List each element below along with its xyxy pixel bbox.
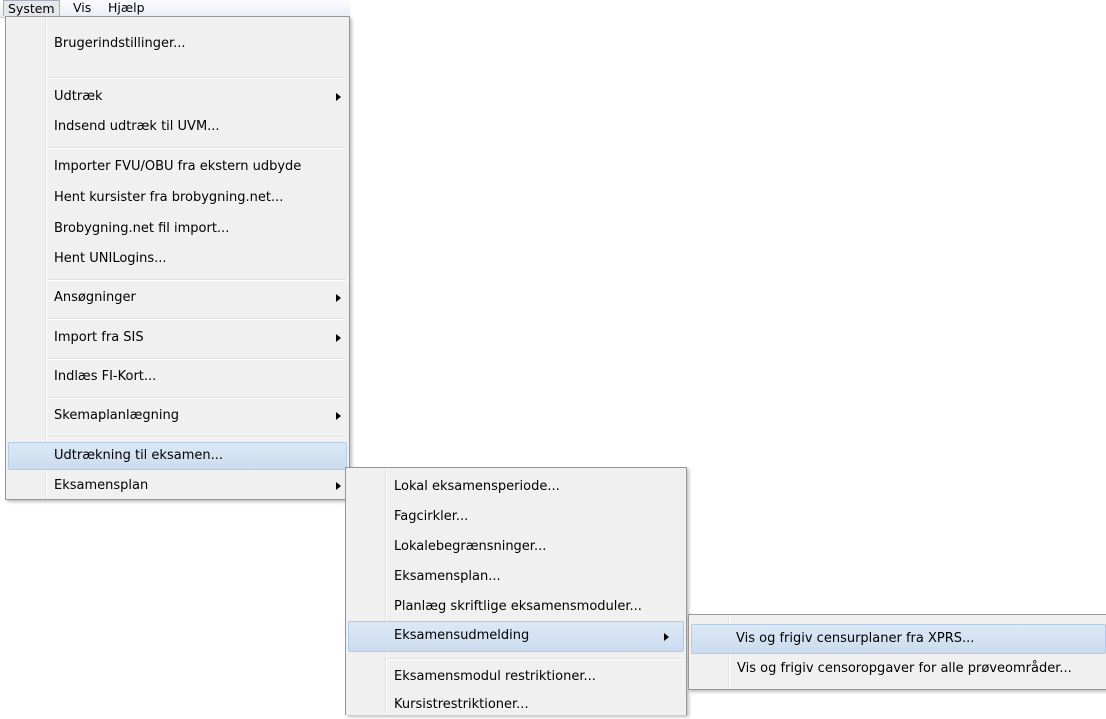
menu-item-hent-kursister[interactable]: Hent kursister fra brobygning.net... [8, 184, 347, 212]
menu-item-label: Indsend udtræk til UVM... [54, 119, 220, 134]
menu-item-label: Import fra SIS [54, 330, 144, 345]
submenu-arrow-icon [336, 93, 341, 101]
menu-item-lokal-eksamensperiode[interactable]: Lokal eksamensperiode... [348, 473, 684, 501]
menu-hjaelp[interactable]: Hjælp [104, 0, 149, 16]
menu-item-udtraekning-til-eksamen[interactable]: Udtrækning til eksamen... [8, 442, 347, 470]
menu-item-eksamensplan[interactable]: Eksamensplan [8, 472, 347, 500]
menu-item-lokalebegraensninger[interactable]: Lokalebegrænsninger... [348, 533, 684, 561]
menu-item-label: Udtrækning til eksamen... [54, 448, 223, 463]
submenu-arrow-icon [336, 412, 341, 420]
menu-item-indsend-udtraek[interactable]: Indsend udtræk til UVM... [8, 113, 347, 141]
menu-item-brugerindstillinger[interactable]: Brugerindstillinger... [8, 30, 347, 58]
submenu-arrow-icon [664, 633, 669, 641]
menu-item-label: Brobygning.net fil import... [54, 221, 230, 236]
menu-separator [48, 318, 345, 320]
menu-item-eksamensudmelding[interactable]: Eksamensudmelding [348, 621, 684, 652]
menu-item-label: Eksamensmodul restriktioner... [394, 669, 596, 684]
menu-separator [388, 658, 682, 660]
eksamensudmelding-submenu: Vis og frigiv censurplaner fra XPRS... V… [688, 614, 1106, 690]
menu-separator [48, 397, 345, 399]
menu-item-label: Hent kursister fra brobygning.net... [54, 190, 284, 205]
menu-item-label: Eksamensplan [54, 478, 149, 493]
menu-item-label: Eksamensplan... [394, 569, 501, 584]
menu-item-label: Eksamensudmelding [394, 628, 530, 643]
menu-separator [48, 77, 345, 79]
menu-item-vis-frigiv-censoropgaver[interactable]: Vis og frigiv censoropgaver for alle prø… [691, 655, 1106, 683]
menu-item-udtraek[interactable]: Udtræk [8, 83, 347, 111]
menu-item-label: Hent UNILogins... [54, 251, 167, 266]
submenu-arrow-icon [336, 482, 341, 490]
menu-item-hent-unilogins[interactable]: Hent UNILogins... [8, 245, 347, 273]
menu-separator [48, 279, 345, 281]
menu-vis[interactable]: Vis [69, 0, 95, 16]
menu-item-label: Skemaplanlægning [54, 408, 179, 423]
menu-item-indlaes-fi-kort[interactable]: Indlæs FI-Kort... [8, 363, 347, 391]
menu-item-label: Fagcirkler... [394, 509, 469, 524]
menu-item-label: Importer FVU/OBU fra ekstern udbyde [54, 159, 302, 174]
menu-separator [48, 358, 345, 360]
submenu-arrow-icon [336, 294, 341, 302]
menu-item-label: Brugerindstillinger... [54, 36, 186, 51]
menu-item-eksamensplan-dialog[interactable]: Eksamensplan... [348, 563, 684, 591]
menu-item-skemaplanlaegning[interactable]: Skemaplanlægning [8, 402, 347, 430]
system-menu: Brugerindstillinger... Udtræk Indsend ud… [5, 16, 350, 500]
menu-item-label: Vis og frigiv censurplaner fra XPRS... [736, 631, 975, 646]
menu-separator [48, 147, 345, 149]
menu-item-label: Ansøgninger [54, 290, 136, 305]
menu-item-label: Lokalebegrænsninger... [394, 539, 547, 554]
menu-item-importer-fvu-obu[interactable]: Importer FVU/OBU fra ekstern udbyde [8, 153, 347, 181]
menu-item-label: Lokal eksamensperiode... [394, 479, 560, 494]
menu-system[interactable]: System [3, 0, 60, 16]
menu-item-ansoegninger[interactable]: Ansøgninger [8, 284, 347, 312]
menu-item-vis-frigiv-censurplaner[interactable]: Vis og frigiv censurplaner fra XPRS... [691, 624, 1106, 654]
menu-item-eksamensmodul-restriktioner[interactable]: Eksamensmodul restriktioner... [348, 663, 684, 691]
menu-separator [48, 436, 345, 438]
submenu-arrow-icon [336, 334, 341, 342]
menu-item-label: Planlæg skriftlige eksamensmoduler... [394, 599, 642, 614]
menu-item-label: Udtræk [54, 89, 103, 104]
menu-item-label: Vis og frigiv censoropgaver for alle prø… [737, 661, 1072, 676]
menu-item-fagcirkler[interactable]: Fagcirkler... [348, 503, 684, 531]
menu-item-planlaeg-skriftlige[interactable]: Planlæg skriftlige eksamensmoduler... [348, 593, 684, 621]
menu-item-brobygning-fil-import[interactable]: Brobygning.net fil import... [8, 215, 347, 243]
eksamensplan-submenu: Lokal eksamensperiode... Fagcirkler... L… [345, 467, 687, 715]
menu-item-import-fra-sis[interactable]: Import fra SIS [8, 324, 347, 352]
menu-item-label: Indlæs FI-Kort... [54, 369, 157, 384]
